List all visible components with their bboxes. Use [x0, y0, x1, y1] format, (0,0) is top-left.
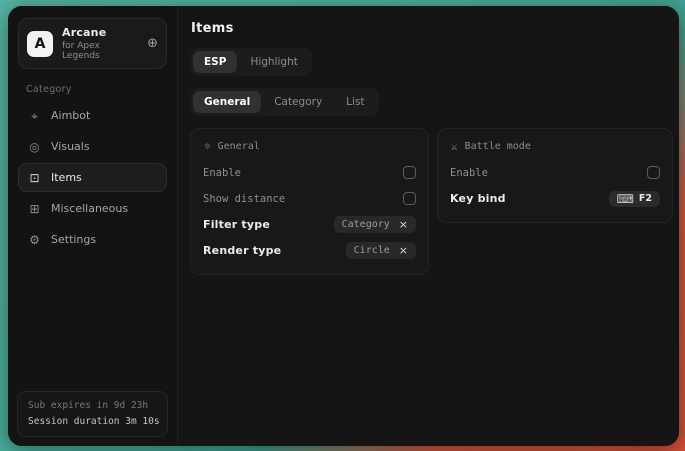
setting-row-render-type: Render type Circle × — [203, 238, 416, 263]
setting-row-enable: Enable — [203, 160, 416, 185]
sun-icon: ☼ — [204, 141, 211, 152]
app-logo: A — [27, 31, 53, 57]
box-icon: ⊡ — [28, 172, 41, 184]
setting-label: Enable — [450, 167, 488, 179]
enable-checkbox[interactable] — [403, 166, 416, 179]
view-tab-group: General Category List — [190, 88, 379, 116]
gear-icon: ⚙ — [28, 234, 41, 246]
render-type-select[interactable]: Circle × — [346, 242, 416, 259]
render-type-value: Circle — [354, 245, 390, 256]
sidebar-item-label: Aimbot — [51, 109, 90, 122]
panel-general-header: ☼ General — [203, 138, 416, 159]
page-title: Items — [191, 21, 673, 36]
keyboard-icon: ⌨ — [617, 193, 634, 205]
crosshair-icon: ⌖ — [28, 110, 41, 122]
panel-battle-mode: ⚔ Battle mode Enable Key bind ⌨ F2 — [437, 128, 673, 223]
main-content: Items ESP Highlight General Category Lis… — [178, 6, 679, 446]
tab-highlight[interactable]: Highlight — [239, 51, 308, 73]
setting-label: Show distance — [203, 193, 285, 205]
sidebar-item-visuals[interactable]: ◎ Visuals — [18, 132, 167, 161]
sidebar-item-label: Settings — [51, 233, 96, 246]
panels-row: ☼ General Enable Show distance Filter ty… — [190, 128, 673, 275]
sidebar-item-miscellaneous[interactable]: ⊞ Miscellaneous — [18, 194, 167, 223]
panel-general: ☼ General Enable Show distance Filter ty… — [190, 128, 429, 275]
setting-row-show-distance: Show distance — [203, 186, 416, 211]
tab-list[interactable]: List — [335, 91, 375, 113]
mode-tab-row: ESP Highlight — [190, 48, 673, 76]
setting-label: Enable — [203, 167, 241, 179]
sidebar-item-label: Visuals — [51, 140, 90, 153]
sidebar-item-settings[interactable]: ⚙ Settings — [18, 225, 167, 254]
setting-label: Render type — [203, 244, 281, 257]
keybind-button[interactable]: ⌨ F2 — [609, 191, 660, 207]
app-window: A Arcane for Apex Legends ⊕ Category ⌖ A… — [8, 6, 679, 446]
sub-expiry-text: Sub expires in 9d 23h — [28, 400, 157, 411]
filter-type-value: Category — [342, 219, 390, 230]
setting-label: Filter type — [203, 218, 270, 231]
swords-icon: ⚔ — [451, 141, 458, 152]
setting-row-battle-enable: Enable — [450, 160, 660, 185]
mode-tab-group: ESP Highlight — [190, 48, 312, 76]
app-header-card: A Arcane for Apex Legends ⊕ — [18, 18, 167, 69]
target-icon[interactable]: ⊕ — [147, 37, 158, 50]
sidebar-nav: ⌖ Aimbot ◎ Visuals ⊡ Items ⊞ Miscellaneo… — [18, 101, 167, 254]
clear-icon[interactable]: × — [399, 245, 408, 256]
keybind-value: F2 — [639, 193, 652, 204]
setting-label: Key bind — [450, 192, 506, 205]
tab-esp[interactable]: ESP — [193, 51, 237, 73]
grid-icon: ⊞ — [28, 203, 41, 215]
panel-title: General — [218, 141, 260, 152]
clear-icon[interactable]: × — [399, 219, 408, 230]
view-tab-row: General Category List — [190, 88, 673, 116]
filter-type-select[interactable]: Category × — [334, 216, 416, 233]
show-distance-checkbox[interactable] — [403, 192, 416, 205]
setting-row-filter-type: Filter type Category × — [203, 212, 416, 237]
sidebar-section-label: Category — [26, 84, 167, 95]
sidebar-item-aimbot[interactable]: ⌖ Aimbot — [18, 101, 167, 130]
app-name: Arcane — [62, 26, 138, 39]
session-duration-text: Session duration 3m 10s — [28, 416, 157, 427]
panel-battle-header: ⚔ Battle mode — [450, 138, 660, 159]
sidebar-item-label: Miscellaneous — [51, 202, 128, 215]
battle-enable-checkbox[interactable] — [647, 166, 660, 179]
subscription-info-card: Sub expires in 9d 23h Session duration 3… — [17, 391, 168, 437]
sidebar-item-items[interactable]: ⊡ Items — [18, 163, 167, 192]
tab-category[interactable]: Category — [263, 91, 333, 113]
app-subtitle: for Apex Legends — [62, 41, 138, 61]
setting-row-key-bind: Key bind ⌨ F2 — [450, 186, 660, 211]
sidebar: A Arcane for Apex Legends ⊕ Category ⌖ A… — [8, 6, 178, 446]
app-title-block: Arcane for Apex Legends — [62, 26, 138, 61]
tab-general[interactable]: General — [193, 91, 261, 113]
panel-title: Battle mode — [465, 141, 531, 152]
eye-icon: ◎ — [28, 141, 41, 153]
sidebar-item-label: Items — [51, 171, 82, 184]
